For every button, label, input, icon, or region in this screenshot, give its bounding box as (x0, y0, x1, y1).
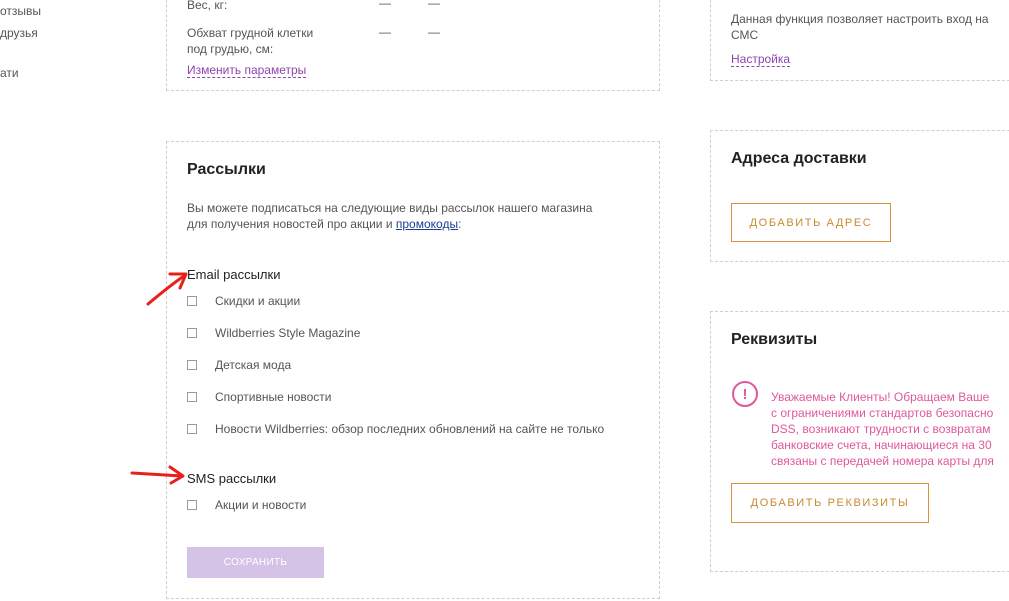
sidebar-link-friends[interactable]: друзья (0, 26, 38, 40)
email-option-kids-fashion[interactable]: Детская мода (187, 357, 291, 373)
checkbox[interactable] (187, 328, 197, 338)
chest-label-line2: под грудью, см: (187, 42, 274, 56)
email-option-style-magazine[interactable]: Wildberries Style Magazine (187, 325, 360, 341)
checkbox[interactable] (187, 500, 197, 510)
checkbox[interactable] (187, 360, 197, 370)
desc-line2-colon: : (458, 217, 462, 231)
sidebar-link-partial[interactable]: ати (0, 66, 19, 80)
weight-label: Вес, кг: (187, 0, 228, 12)
email-option-wildberries-news[interactable]: Новости Wildberries: обзор последних обн… (187, 421, 604, 437)
email-option-discounts[interactable]: Скидки и акции (187, 293, 300, 309)
chest-label-line1: Обхват грудной клетки (187, 26, 314, 40)
notice-line: связаны с передачей номера карты для (771, 454, 994, 468)
promocodes-link[interactable]: промокоды (396, 217, 458, 231)
sms-option-promos[interactable]: Акции и новости (187, 497, 306, 513)
requisites-title: Реквизиты (731, 331, 818, 348)
save-button[interactable]: СОХРАНИТЬ (187, 547, 324, 578)
delivery-title: Адреса доставки (731, 150, 867, 167)
chest-value-2: — (428, 25, 440, 39)
option-label: Спортивные новости (215, 390, 332, 404)
option-label: Wildberries Style Magazine (215, 326, 361, 340)
subscriptions-description: Вы можете подписаться на следующие виды … (187, 200, 592, 232)
notice-line: DSS, возникают трудности с возвратам (771, 422, 991, 436)
email-section-label: Email рассылки (187, 267, 281, 282)
sidebar-link-reviews[interactable]: отзывы (0, 4, 41, 18)
sms-login-desc-line1: Данная функция позволяет настроить вход … (731, 12, 989, 26)
sms-login-desc-line2: СМС (731, 28, 759, 42)
weight-value-1: — (379, 0, 391, 10)
add-address-button[interactable]: ДОБАВИТЬ АДРЕС (731, 203, 891, 242)
sms-settings-link[interactable]: Настройка (731, 52, 791, 67)
exclamation-icon: ! (732, 381, 758, 407)
chest-value-1: — (379, 25, 391, 39)
notice-line: с ограничениями стандартов безопасно (771, 406, 994, 420)
subscriptions-desc-line2: для получения новостей про акции и промо… (187, 216, 592, 232)
sms-section-label: SMS рассылки (187, 471, 277, 486)
option-label: Скидки и акции (215, 294, 301, 308)
subscriptions-desc-line1: Вы можете подписаться на следующие виды … (187, 201, 593, 215)
annotation-arrow-email-icon (146, 272, 188, 306)
option-label: Новости Wildberries: обзор последних обн… (215, 422, 605, 436)
email-option-sport-news[interactable]: Спортивные новости (187, 389, 332, 405)
annotation-arrow-sms-icon (130, 465, 185, 485)
option-label: Детская мода (215, 358, 292, 372)
notice-line: Уважаемые Клиенты! Обращаем Ваше (771, 390, 990, 404)
requisites-notice: Уважаемые Клиенты! Обращаем Ваше с огран… (771, 389, 1009, 469)
option-label: Акции и новости (215, 498, 307, 512)
checkbox[interactable] (187, 424, 197, 434)
add-requisites-button[interactable]: ДОБАВИТЬ РЕКВИЗИТЫ (731, 483, 929, 523)
change-params-link[interactable]: Изменить параметры (187, 63, 307, 78)
checkbox[interactable] (187, 392, 197, 402)
desc-line2-text: для получения новостей про акции и (187, 217, 396, 231)
notice-line: банковские счета, начинающиеся на 30 (771, 438, 992, 452)
weight-value-2: — (428, 0, 440, 10)
subscriptions-title: Рассылки (187, 161, 266, 178)
